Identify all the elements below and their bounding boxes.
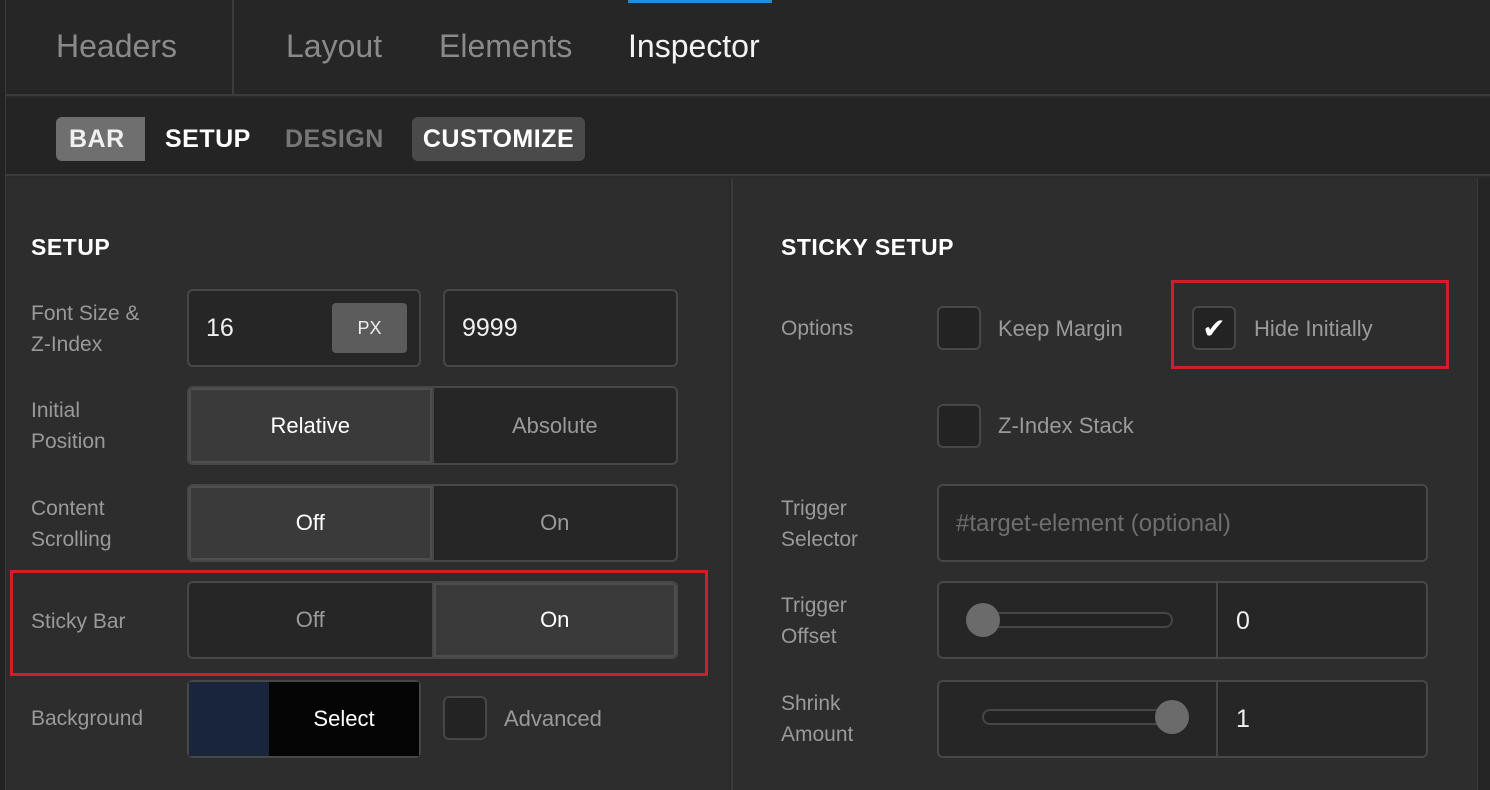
breadcrumb-customize-button[interactable]: CUSTOMIZE: [412, 117, 585, 161]
keep-margin-checkbox[interactable]: [937, 306, 981, 350]
font-size-label: Font Size & Z-Index: [31, 298, 140, 360]
trigger-selector-label: Trigger Selector: [781, 493, 858, 555]
shrink-amount-divider: [1216, 682, 1218, 756]
shrink-amount-label-line2: Amount: [781, 723, 854, 746]
advanced-checkbox[interactable]: [443, 696, 487, 740]
tab-inspector[interactable]: Inspector: [628, 28, 760, 65]
sticky-bar-highlight: [10, 570, 708, 676]
initial-position-toggle[interactable]: Relative Absolute: [187, 386, 678, 465]
breadcrumb-design[interactable]: DESIGN: [285, 117, 384, 161]
z-index-value: 9999: [462, 314, 518, 342]
tab-divider: [232, 0, 234, 96]
content-scrolling-toggle[interactable]: Off On: [187, 484, 678, 562]
trigger-offset-label-line1: Trigger: [781, 594, 847, 617]
breadcrumb-arrow: [132, 117, 144, 161]
keep-margin-label: Keep Margin: [998, 316, 1123, 341]
initial-position-relative-option[interactable]: Relative: [189, 388, 432, 463]
active-tab-indicator: [628, 0, 772, 3]
content-scrolling-on-option[interactable]: On: [431, 486, 677, 560]
z-index-stack-checkbox[interactable]: [937, 404, 981, 448]
tab-elements[interactable]: Elements: [439, 28, 572, 65]
breadcrumb-setup[interactable]: SETUP: [165, 117, 251, 161]
trigger-selector-label-line1: Trigger: [781, 497, 847, 520]
content-scrolling-label-line1: Content: [31, 497, 105, 520]
trigger-offset-value[interactable]: 0: [1236, 607, 1250, 636]
font-size-value: 16: [206, 314, 234, 342]
shrink-amount-slider-thumb[interactable]: [1155, 700, 1189, 734]
shrink-amount-label-line1: Shrink: [781, 692, 841, 715]
initial-position-label: Initial Position: [31, 395, 106, 457]
hide-initially-highlight: [1171, 280, 1449, 369]
options-label: Options: [781, 317, 854, 340]
setup-title: SETUP: [31, 234, 111, 260]
trigger-selector-placeholder: #target-element (optional): [956, 510, 1231, 537]
content-scrolling-off-option[interactable]: Off: [189, 486, 432, 560]
initial-position-label-line1: Initial: [31, 399, 81, 422]
trigger-offset-slider-thumb[interactable]: [966, 603, 1000, 637]
trigger-selector-label-line2: Selector: [781, 528, 859, 551]
shrink-amount-value[interactable]: 1: [1236, 705, 1250, 734]
z-index-stack-label: Z-Index Stack: [998, 413, 1134, 438]
font-size-label-line2: Z-Index: [31, 333, 103, 356]
font-size-unit-button[interactable]: PX: [332, 303, 407, 353]
background-select-button[interactable]: Select: [269, 682, 419, 756]
advanced-label: Advanced: [504, 706, 602, 731]
trigger-offset-label: Trigger Offset: [781, 590, 847, 652]
tab-headers[interactable]: Headers: [56, 28, 177, 65]
initial-position-absolute-option[interactable]: Absolute: [431, 388, 677, 463]
shrink-amount-label: Shrink Amount: [781, 688, 853, 750]
scrollbar-track[interactable]: [1477, 178, 1490, 790]
initial-position-label-line2: Position: [31, 430, 106, 453]
trigger-offset-label-line2: Offset: [781, 625, 837, 648]
background-color-swatch[interactable]: [189, 682, 269, 756]
sticky-setup-title: STICKY SETUP: [781, 234, 954, 260]
content-scrolling-label-line2: Scrolling: [31, 528, 112, 551]
font-size-label-line1: Font Size &: [31, 302, 140, 325]
trigger-offset-divider: [1216, 583, 1218, 657]
content-scrolling-label: Content Scrolling: [31, 493, 112, 555]
tab-layout[interactable]: Layout: [286, 28, 382, 65]
background-label: Background: [31, 707, 144, 730]
